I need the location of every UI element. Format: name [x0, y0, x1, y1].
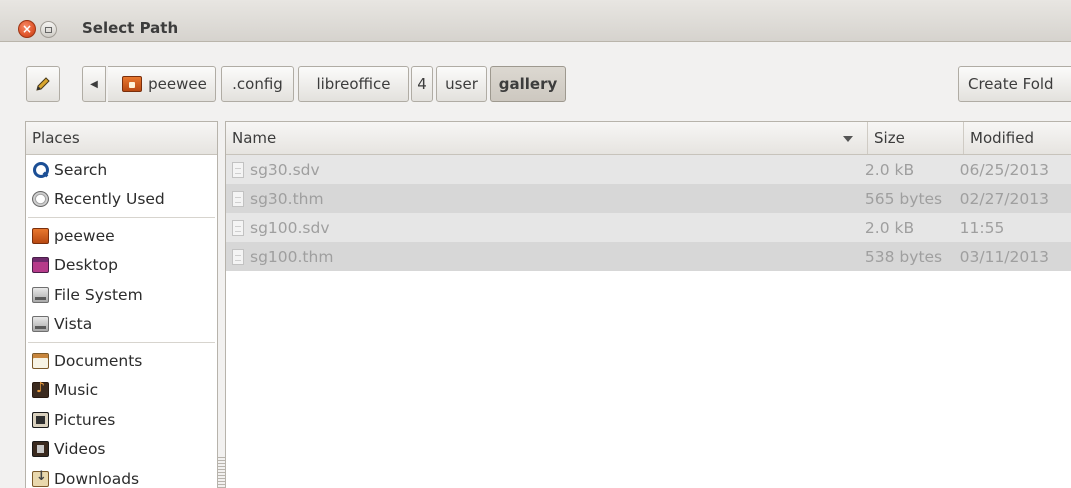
places-header[interactable]: Places — [26, 122, 217, 155]
crumb-peewee[interactable]: peewee — [108, 66, 216, 102]
column-header-modified[interactable]: Modified — [964, 122, 1071, 154]
crumb-label: user — [445, 75, 478, 93]
file-modified: 03/11/2013 — [959, 247, 1049, 266]
file-row[interactable]: sg100.thm 538 bytes 03/11/2013 — [226, 242, 1071, 271]
file-modified: 02/27/2013 — [959, 189, 1049, 208]
document-icon — [232, 190, 244, 207]
file-name-cell: sg30.thm — [226, 190, 859, 208]
place-videos[interactable]: Videos — [26, 435, 217, 465]
create-folder-button[interactable]: Create Fold — [958, 66, 1071, 102]
place-search[interactable]: Search — [26, 155, 217, 185]
place-peewee[interactable]: peewee — [26, 221, 217, 251]
file-name-cell: sg100.sdv — [226, 219, 859, 237]
place-pictures[interactable]: Pictures — [26, 405, 217, 435]
file-name-cell: sg30.sdv — [226, 161, 859, 179]
recent-icon — [32, 191, 49, 208]
crumb-label: .config — [232, 75, 283, 93]
place-label: Videos — [54, 440, 106, 459]
file-name-cell: sg100.thm — [226, 248, 859, 266]
maximize-window-button[interactable] — [40, 21, 57, 38]
column-header-size[interactable]: Size — [868, 122, 964, 154]
pencil-icon — [36, 77, 50, 91]
title-bar: × Select Path — [0, 0, 1071, 42]
place-label: Vista — [54, 315, 93, 334]
documents-icon — [32, 352, 49, 369]
file-size: 565 bytes — [864, 189, 943, 208]
music-icon — [32, 380, 49, 399]
home-folder-icon — [32, 227, 49, 244]
crumb-config[interactable]: .config — [221, 66, 294, 102]
place-label: peewee — [54, 226, 115, 245]
places-divider — [28, 342, 215, 343]
home-folder-icon — [122, 76, 143, 92]
place-file-system[interactable]: File System — [26, 280, 217, 310]
crumb-gallery[interactable]: gallery — [490, 66, 566, 102]
pictures-icon — [32, 411, 49, 428]
place-label: Recently Used — [54, 190, 165, 209]
column-header-name[interactable]: Name — [226, 122, 868, 154]
crumb-4[interactable]: 4 — [411, 66, 433, 102]
crumb-label: gallery — [498, 75, 558, 93]
file-name: sg30.thm — [250, 189, 324, 208]
place-label: Desktop — [54, 256, 118, 275]
place-desktop[interactable]: Desktop — [26, 251, 217, 281]
file-row[interactable]: sg100.sdv 2.0 kB 11:55 — [226, 213, 1071, 242]
file-list: Name Size Modified sg30.sdv 2.0 kB 06/25… — [225, 121, 1071, 488]
crumb-label: libreoffice — [316, 75, 391, 93]
crumb-libreoffice[interactable]: libreoffice — [298, 66, 409, 102]
crumb-label: peewee — [148, 75, 207, 93]
places-divider — [28, 217, 215, 218]
file-size: 2.0 kB — [864, 160, 915, 179]
drive-icon — [32, 316, 49, 333]
file-size: 538 bytes — [864, 247, 943, 266]
file-name: sg100.thm — [250, 247, 334, 266]
file-modified: 11:55 — [959, 218, 1005, 237]
file-row[interactable]: sg30.thm 565 bytes 02/27/2013 — [226, 184, 1071, 213]
search-icon — [32, 161, 49, 178]
place-music[interactable]: Music — [26, 376, 217, 406]
desktop-icon — [32, 257, 49, 274]
downloads-icon — [32, 469, 49, 487]
place-vista[interactable]: Vista — [26, 310, 217, 340]
file-name: sg100.sdv — [250, 218, 330, 237]
places-sidebar: Places Search Recently Used peewee Deskt… — [25, 121, 218, 488]
path-back-button[interactable]: ◀ — [82, 66, 106, 102]
place-label: Search — [54, 160, 108, 179]
videos-icon — [32, 441, 49, 458]
crumb-label: 4 — [417, 75, 427, 93]
window-title: Select Path — [82, 19, 179, 37]
column-label: Name — [232, 129, 277, 147]
column-label: Modified — [970, 129, 1035, 147]
file-modified: 06/25/2013 — [959, 160, 1049, 179]
file-list-header: Name Size Modified — [226, 122, 1071, 155]
place-downloads[interactable]: Downloads — [26, 464, 217, 488]
place-label: Documents — [54, 351, 143, 370]
place-label: Music — [54, 381, 99, 400]
type-location-button[interactable] — [26, 66, 60, 102]
create-folder-label: Create Fold — [968, 75, 1054, 93]
place-label: File System — [54, 285, 143, 304]
place-label: Downloads — [54, 469, 140, 488]
document-icon — [232, 161, 244, 178]
close-icon: × — [21, 22, 33, 36]
document-icon — [232, 219, 244, 236]
file-size: 2.0 kB — [864, 218, 915, 237]
document-icon — [232, 248, 244, 265]
drive-icon — [32, 286, 49, 303]
maximize-icon — [45, 26, 52, 33]
place-documents[interactable]: Documents — [26, 346, 217, 376]
place-recently-used[interactable]: Recently Used — [26, 185, 217, 215]
file-name: sg30.sdv — [250, 160, 320, 179]
file-row[interactable]: sg30.sdv 2.0 kB 06/25/2013 — [226, 155, 1071, 184]
sort-descending-icon — [843, 136, 853, 142]
place-label: Pictures — [54, 410, 116, 429]
crumb-user[interactable]: user — [436, 66, 487, 102]
column-label: Size — [874, 129, 905, 147]
close-window-button[interactable]: × — [18, 20, 36, 38]
chevron-left-icon: ◀ — [90, 78, 98, 90]
